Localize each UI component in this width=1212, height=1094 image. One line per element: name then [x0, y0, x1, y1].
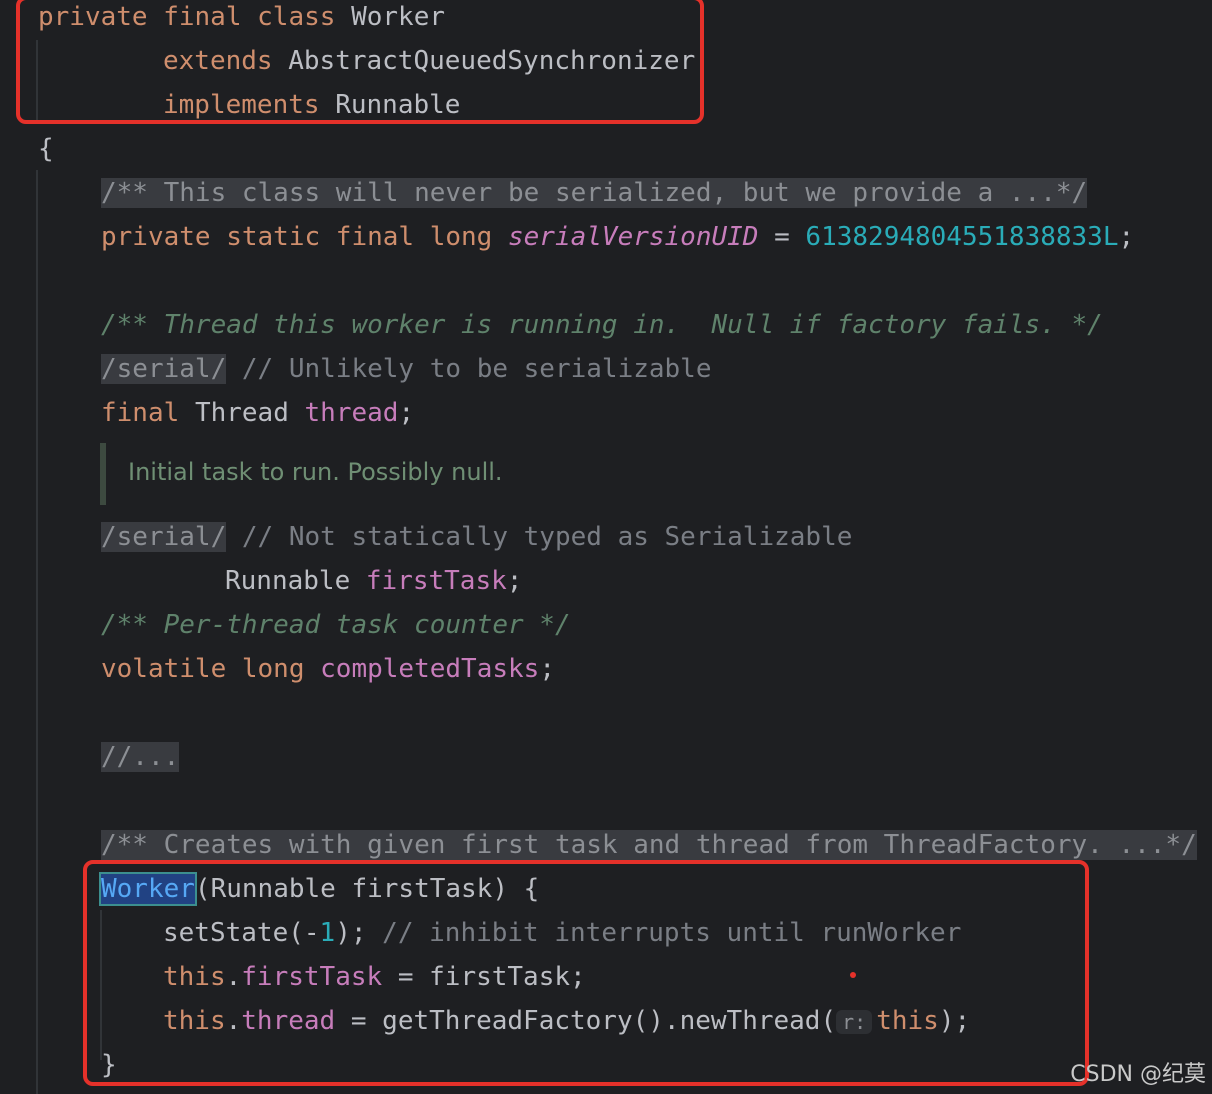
folded-region[interactable]: //... — [101, 742, 179, 772]
code-line-9[interactable]: final Thread thread; — [101, 391, 414, 435]
code-line-4[interactable]: { — [38, 127, 54, 171]
code-line-12[interactable]: /** Per-thread task counter */ — [101, 603, 571, 647]
code-line-11[interactable]: Runnable firstTask; — [225, 559, 522, 603]
code-line-8[interactable]: /serial/ // Unlikely to be serializable — [101, 347, 712, 391]
serial-tag[interactable]: /serial/ — [101, 522, 226, 552]
red-dot-mark — [850, 972, 856, 978]
folded-doc-comment[interactable]: /** Creates with given first task and th… — [101, 830, 1197, 860]
rendered-doc-text[interactable]: Initial task to run. Possibly null. — [128, 458, 503, 486]
indent-guide — [36, 170, 38, 1094]
class-declaration-highlight-box — [16, 0, 704, 124]
serial-tag[interactable]: /serial/ — [101, 354, 226, 384]
code-line-5[interactable]: /** This class will never be serialized,… — [101, 171, 1087, 215]
watermark: CSDN @纪莫 — [1070, 1056, 1206, 1088]
code-line-13[interactable]: volatile long completedTasks; — [101, 647, 555, 691]
code-line-14[interactable]: //... — [101, 735, 179, 779]
rendered-doc-bar — [100, 443, 106, 505]
folded-doc-comment[interactable]: /** This class will never be serialized,… — [101, 178, 1087, 208]
code-line-10[interactable]: /serial/ // Not statically typed as Seri… — [101, 515, 852, 559]
code-editor[interactable]: private final class Worker extends Abstr… — [0, 0, 1212, 1094]
code-line-6[interactable]: private static final long serialVersionU… — [101, 215, 1134, 259]
code-line-7[interactable]: /** Thread this worker is running in. Nu… — [101, 303, 1103, 347]
constructor-highlight-box — [83, 860, 1089, 1086]
